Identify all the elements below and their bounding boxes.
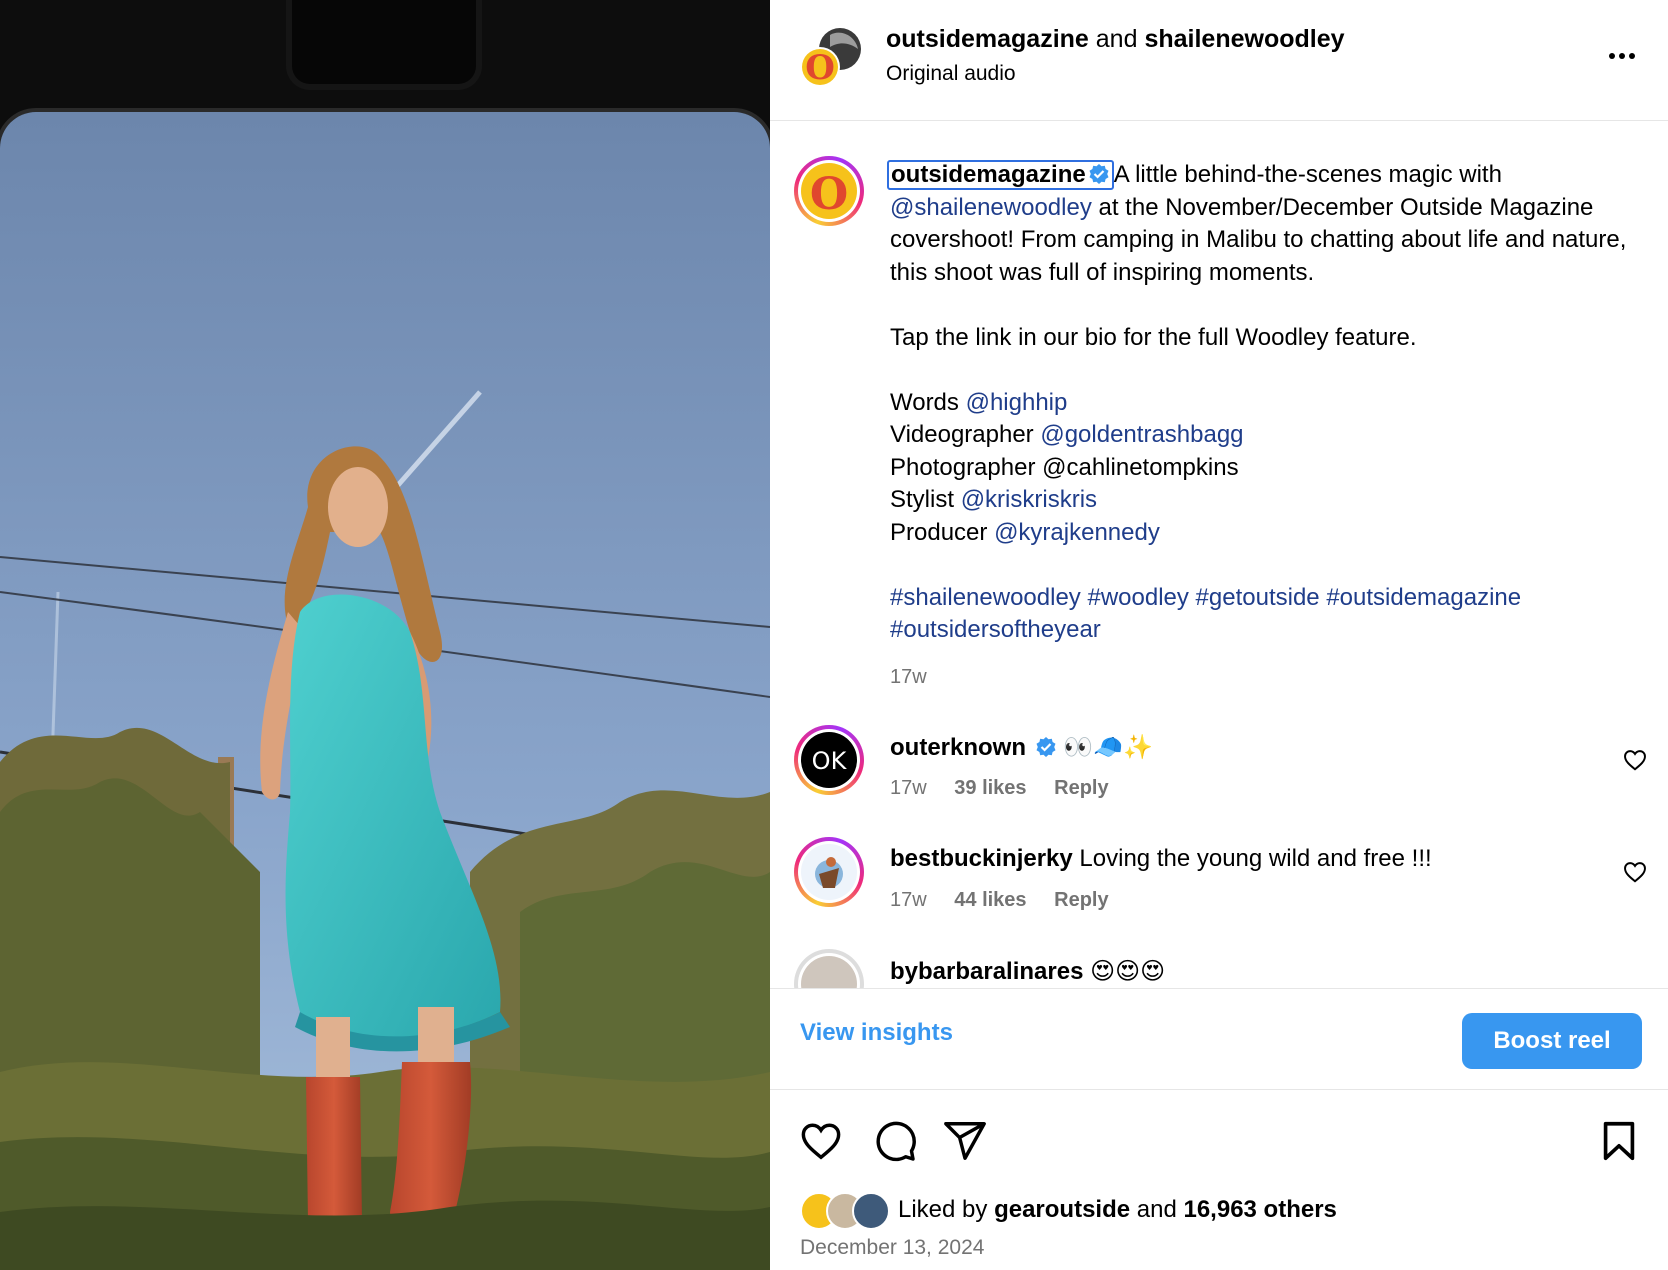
liker-avatars[interactable]	[800, 1192, 892, 1230]
view-insights-link[interactable]: View insights	[800, 1019, 953, 1047]
comment-time[interactable]: 17w	[890, 889, 927, 911]
credit-role: Words	[890, 388, 959, 416]
liked-by-prefix: Liked by	[898, 1196, 988, 1223]
post-authors: outsidemagazine and shailenewoodley	[886, 25, 1345, 54]
credit-handle[interactable]: @kyrajkennedy	[994, 519, 1160, 546]
comment-username[interactable]: bestbuckinjerky	[890, 845, 1073, 872]
credit-role: Producer	[890, 518, 988, 546]
outerknown-logo-glyph: OK	[812, 747, 848, 775]
hashtags[interactable]: #outsidersoftheyear	[890, 614, 1650, 647]
post-caption: outsidemagazine A little behind-the-scene…	[887, 159, 1650, 694]
photo-woman-in-teal-dress	[0, 112, 770, 1270]
post-header: O outsidemagazine and shailenewoodley Or…	[770, 0, 1668, 121]
caption-author-avatar[interactable]: O	[794, 156, 864, 226]
reel-media[interactable]	[0, 0, 770, 1270]
liked-by-line: Liked by gearoutside and 16,963 others	[800, 1190, 1337, 1230]
comment-time[interactable]: 17w	[890, 777, 927, 799]
share-icon	[944, 1122, 986, 1160]
reel-photo[interactable]	[0, 112, 770, 1270]
comment-text: 👀🧢✨	[1063, 734, 1153, 761]
credit-handle[interactable]: @kriskriskris	[961, 486, 1097, 513]
commenter-avatar[interactable]	[794, 837, 864, 907]
boost-reel-button[interactable]: Boost reel	[1462, 1013, 1642, 1069]
commenter-avatar[interactable]	[794, 949, 864, 988]
credit-role: Photographer	[890, 453, 1036, 481]
credit-line: Photographer @cahlinetompkins	[890, 452, 1650, 485]
credit-line: Stylist @kriskriskris	[890, 484, 1650, 517]
instagram-post-view: O outsidemagazine and shailenewoodley Or…	[0, 0, 1668, 1270]
comment-item: bybarbaralinares 😍😍😍	[770, 943, 1668, 988]
credit-role: Videographer	[890, 421, 1034, 448]
more-icon	[1609, 53, 1635, 59]
heart-icon	[1624, 750, 1646, 771]
credit-handle[interactable]: @goldentrashbagg	[1040, 421, 1243, 448]
authors-joiner: and	[1095, 25, 1138, 53]
audio-label[interactable]: Original audio	[886, 62, 1016, 86]
comment-button[interactable]	[872, 1118, 918, 1164]
more-options-button[interactable]	[1602, 40, 1642, 72]
media-top-notch	[292, 0, 476, 84]
caption-timestamp[interactable]: 17w	[890, 661, 1650, 694]
comments-scroll-area[interactable]: O outsidemagazine A little behind-the-sce…	[770, 121, 1668, 988]
heart-icon	[801, 1123, 841, 1160]
like-button[interactable]	[798, 1118, 844, 1164]
author-username[interactable]: outsidemagazine	[886, 25, 1089, 53]
comment-like-button[interactable]	[1622, 859, 1648, 885]
liked-by-user[interactable]: gearoutside	[994, 1196, 1130, 1224]
liked-by-joiner: and	[1136, 1196, 1177, 1223]
outside-logo-glyph: O	[810, 169, 848, 219]
liker-avatar	[852, 1192, 890, 1230]
comment-item: OK outerknown 👀🧢✨ 17w 39 likes Reply	[770, 719, 1668, 819]
comment-likes[interactable]: 44 likes	[954, 889, 1026, 911]
comment-reply-button[interactable]: Reply	[1054, 777, 1108, 799]
post-actions-bar: View insights Boost reel	[770, 988, 1668, 1090]
comment-text: 😍😍😍	[1090, 958, 1166, 985]
bookmark-icon	[1603, 1121, 1635, 1161]
caption-username-text: outsidemagazine	[891, 161, 1086, 188]
credit-handle: @cahlinetompkins	[1042, 453, 1239, 481]
likes-count[interactable]: 16,963 others	[1183, 1196, 1336, 1224]
comment-username[interactable]: bybarbaralinares	[890, 958, 1083, 985]
share-button[interactable]	[942, 1118, 988, 1164]
credit-line: Words @highhip	[890, 387, 1650, 420]
comment-username[interactable]: outerknown	[890, 734, 1026, 761]
comment-likes[interactable]: 39 likes	[954, 777, 1026, 799]
post-date: December 13, 2024	[800, 1236, 985, 1259]
comment-icon	[876, 1121, 916, 1162]
hashtags[interactable]: #shailenewoodley #woodley #getoutside #o…	[890, 582, 1650, 615]
credit-line: Producer @kyrajkennedy	[890, 517, 1650, 550]
credit-handle[interactable]: @highhip	[966, 389, 1068, 416]
outside-logo-glyph: O	[805, 48, 835, 88]
commenter-avatar[interactable]: OK	[794, 725, 864, 795]
comment-item: bestbuckinjerky Loving the young wild an…	[770, 831, 1668, 931]
collaborator-username[interactable]: shailenewoodley	[1144, 25, 1344, 53]
save-button[interactable]	[1596, 1118, 1642, 1164]
credit-line: Videographer @goldentrashbagg	[890, 419, 1650, 452]
caption-username[interactable]: outsidemagazine	[887, 160, 1114, 190]
verified-badge-icon	[1036, 737, 1056, 757]
comment-reply-button[interactable]: Reply	[1054, 889, 1108, 911]
collab-avatars[interactable]: O	[800, 27, 862, 89]
heart-icon	[1624, 862, 1646, 883]
credit-role: Stylist	[890, 486, 955, 513]
verified-badge-icon	[1089, 164, 1109, 184]
post-details-panel: O outsidemagazine and shailenewoodley Or…	[770, 0, 1668, 1270]
mention-shailenewoodley[interactable]: @shailenewoodley	[890, 194, 1092, 221]
comment-like-button[interactable]	[1622, 747, 1648, 773]
comment-text: Loving the young wild and free !!!	[1079, 845, 1432, 872]
caption-tap-line: Tap the link in our bio for the full Woo…	[890, 323, 1417, 351]
caption-text-1: A little behind-the-scenes magic with	[1113, 161, 1502, 188]
